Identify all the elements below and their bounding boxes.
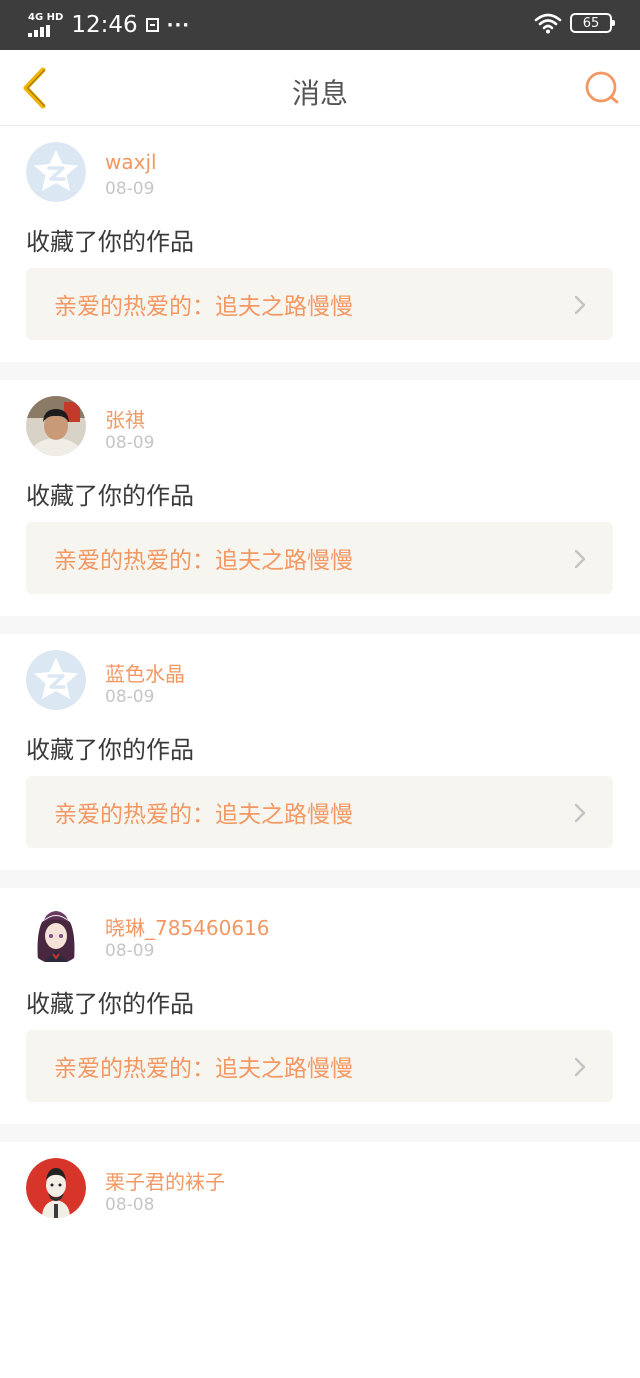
search-button[interactable]: [580, 66, 624, 110]
anime-girl-avatar-icon: [26, 904, 86, 964]
page-title: 消息: [291, 77, 348, 110]
action-text: 收藏了你的作品: [26, 228, 194, 256]
avatar[interactable]: [26, 396, 86, 456]
username[interactable]: 晓琳_785460616: [105, 912, 270, 941]
network-type: 4G HD: [28, 12, 64, 23]
avatar[interactable]: [26, 904, 86, 964]
header-bar: 消息: [0, 50, 640, 126]
status-bar: 4G HD 12:46 ··· 65: [0, 0, 640, 50]
action-text: 收藏了你的作品: [26, 736, 194, 764]
avatar[interactable]: [26, 650, 86, 710]
work-link[interactable]: 亲爱的热爱的：追夫之路慢慢: [26, 1030, 613, 1102]
action-text: 收藏了你的作品: [26, 482, 194, 510]
battery-icon: 65: [570, 13, 615, 33]
message-card: 蓝色水晶 08-09 收藏了你的作品 亲爱的热爱的：追夫之路慢慢: [0, 634, 640, 870]
message-card: 晓琳_785460616 08-09 收藏了你的作品 亲爱的热爱的：追夫之路慢慢: [0, 888, 640, 1124]
work-title: 亲爱的热爱的：追夫之路慢慢: [54, 1056, 353, 1082]
more-notifications-icon: ···: [166, 14, 191, 36]
qzone-default-avatar-icon: [26, 142, 86, 202]
status-right: 65: [534, 12, 615, 34]
message-date: 08-09: [105, 687, 155, 707]
work-link[interactable]: 亲爱的热爱的：追夫之路慢慢: [26, 522, 613, 594]
message-card: waxjl 08-09 收藏了你的作品 亲爱的热爱的：追夫之路慢慢: [0, 126, 640, 362]
avatar[interactable]: [26, 1158, 86, 1218]
photo-avatar-icon: [26, 396, 86, 456]
work-link[interactable]: 亲爱的热爱的：追夫之路慢慢: [26, 268, 613, 340]
clock: 12:46: [71, 12, 138, 38]
action-text: 收藏了你的作品: [26, 990, 194, 1018]
chevron-right-icon: [574, 549, 586, 569]
username[interactable]: 蓝色水晶: [105, 658, 185, 687]
message-card: 栗子君的袜子 08-08: [0, 1142, 640, 1378]
message-list: waxjl 08-09 收藏了你的作品 亲爱的热爱的：追夫之路慢慢 张祺 08-…: [0, 126, 640, 1378]
wifi-icon: [534, 13, 562, 34]
signal-indicator: 4G HD: [28, 13, 63, 37]
message-date: 08-09: [105, 179, 155, 199]
message-date: 08-09: [105, 433, 155, 453]
notification-image-icon: [145, 18, 159, 32]
battery-level: 65: [582, 15, 600, 31]
work-title: 亲爱的热爱的：追夫之路慢慢: [54, 802, 353, 828]
illustrated-avatar-icon: [26, 1158, 86, 1218]
username[interactable]: 栗子君的袜子: [105, 1166, 225, 1195]
message-date: 08-08: [105, 1195, 155, 1215]
work-title: 亲爱的热爱的：追夫之路慢慢: [54, 294, 353, 320]
search-icon: [585, 71, 619, 104]
username[interactable]: waxjl: [105, 150, 157, 174]
message-card: 张祺 08-09 收藏了你的作品 亲爱的热爱的：追夫之路慢慢: [0, 380, 640, 616]
qzone-default-avatar-icon: [26, 650, 86, 710]
message-date: 08-09: [105, 941, 155, 961]
chevron-right-icon: [574, 803, 586, 823]
username[interactable]: 张祺: [105, 404, 145, 433]
signal-bars-icon: [28, 25, 63, 37]
status-left: 4G HD 12:46 ···: [28, 9, 190, 41]
chevron-right-icon: [574, 1057, 586, 1077]
work-title: 亲爱的热爱的：追夫之路慢慢: [54, 548, 353, 574]
avatar[interactable]: [26, 142, 86, 202]
work-link[interactable]: 亲爱的热爱的：追夫之路慢慢: [26, 776, 613, 848]
chevron-right-icon: [574, 295, 586, 315]
